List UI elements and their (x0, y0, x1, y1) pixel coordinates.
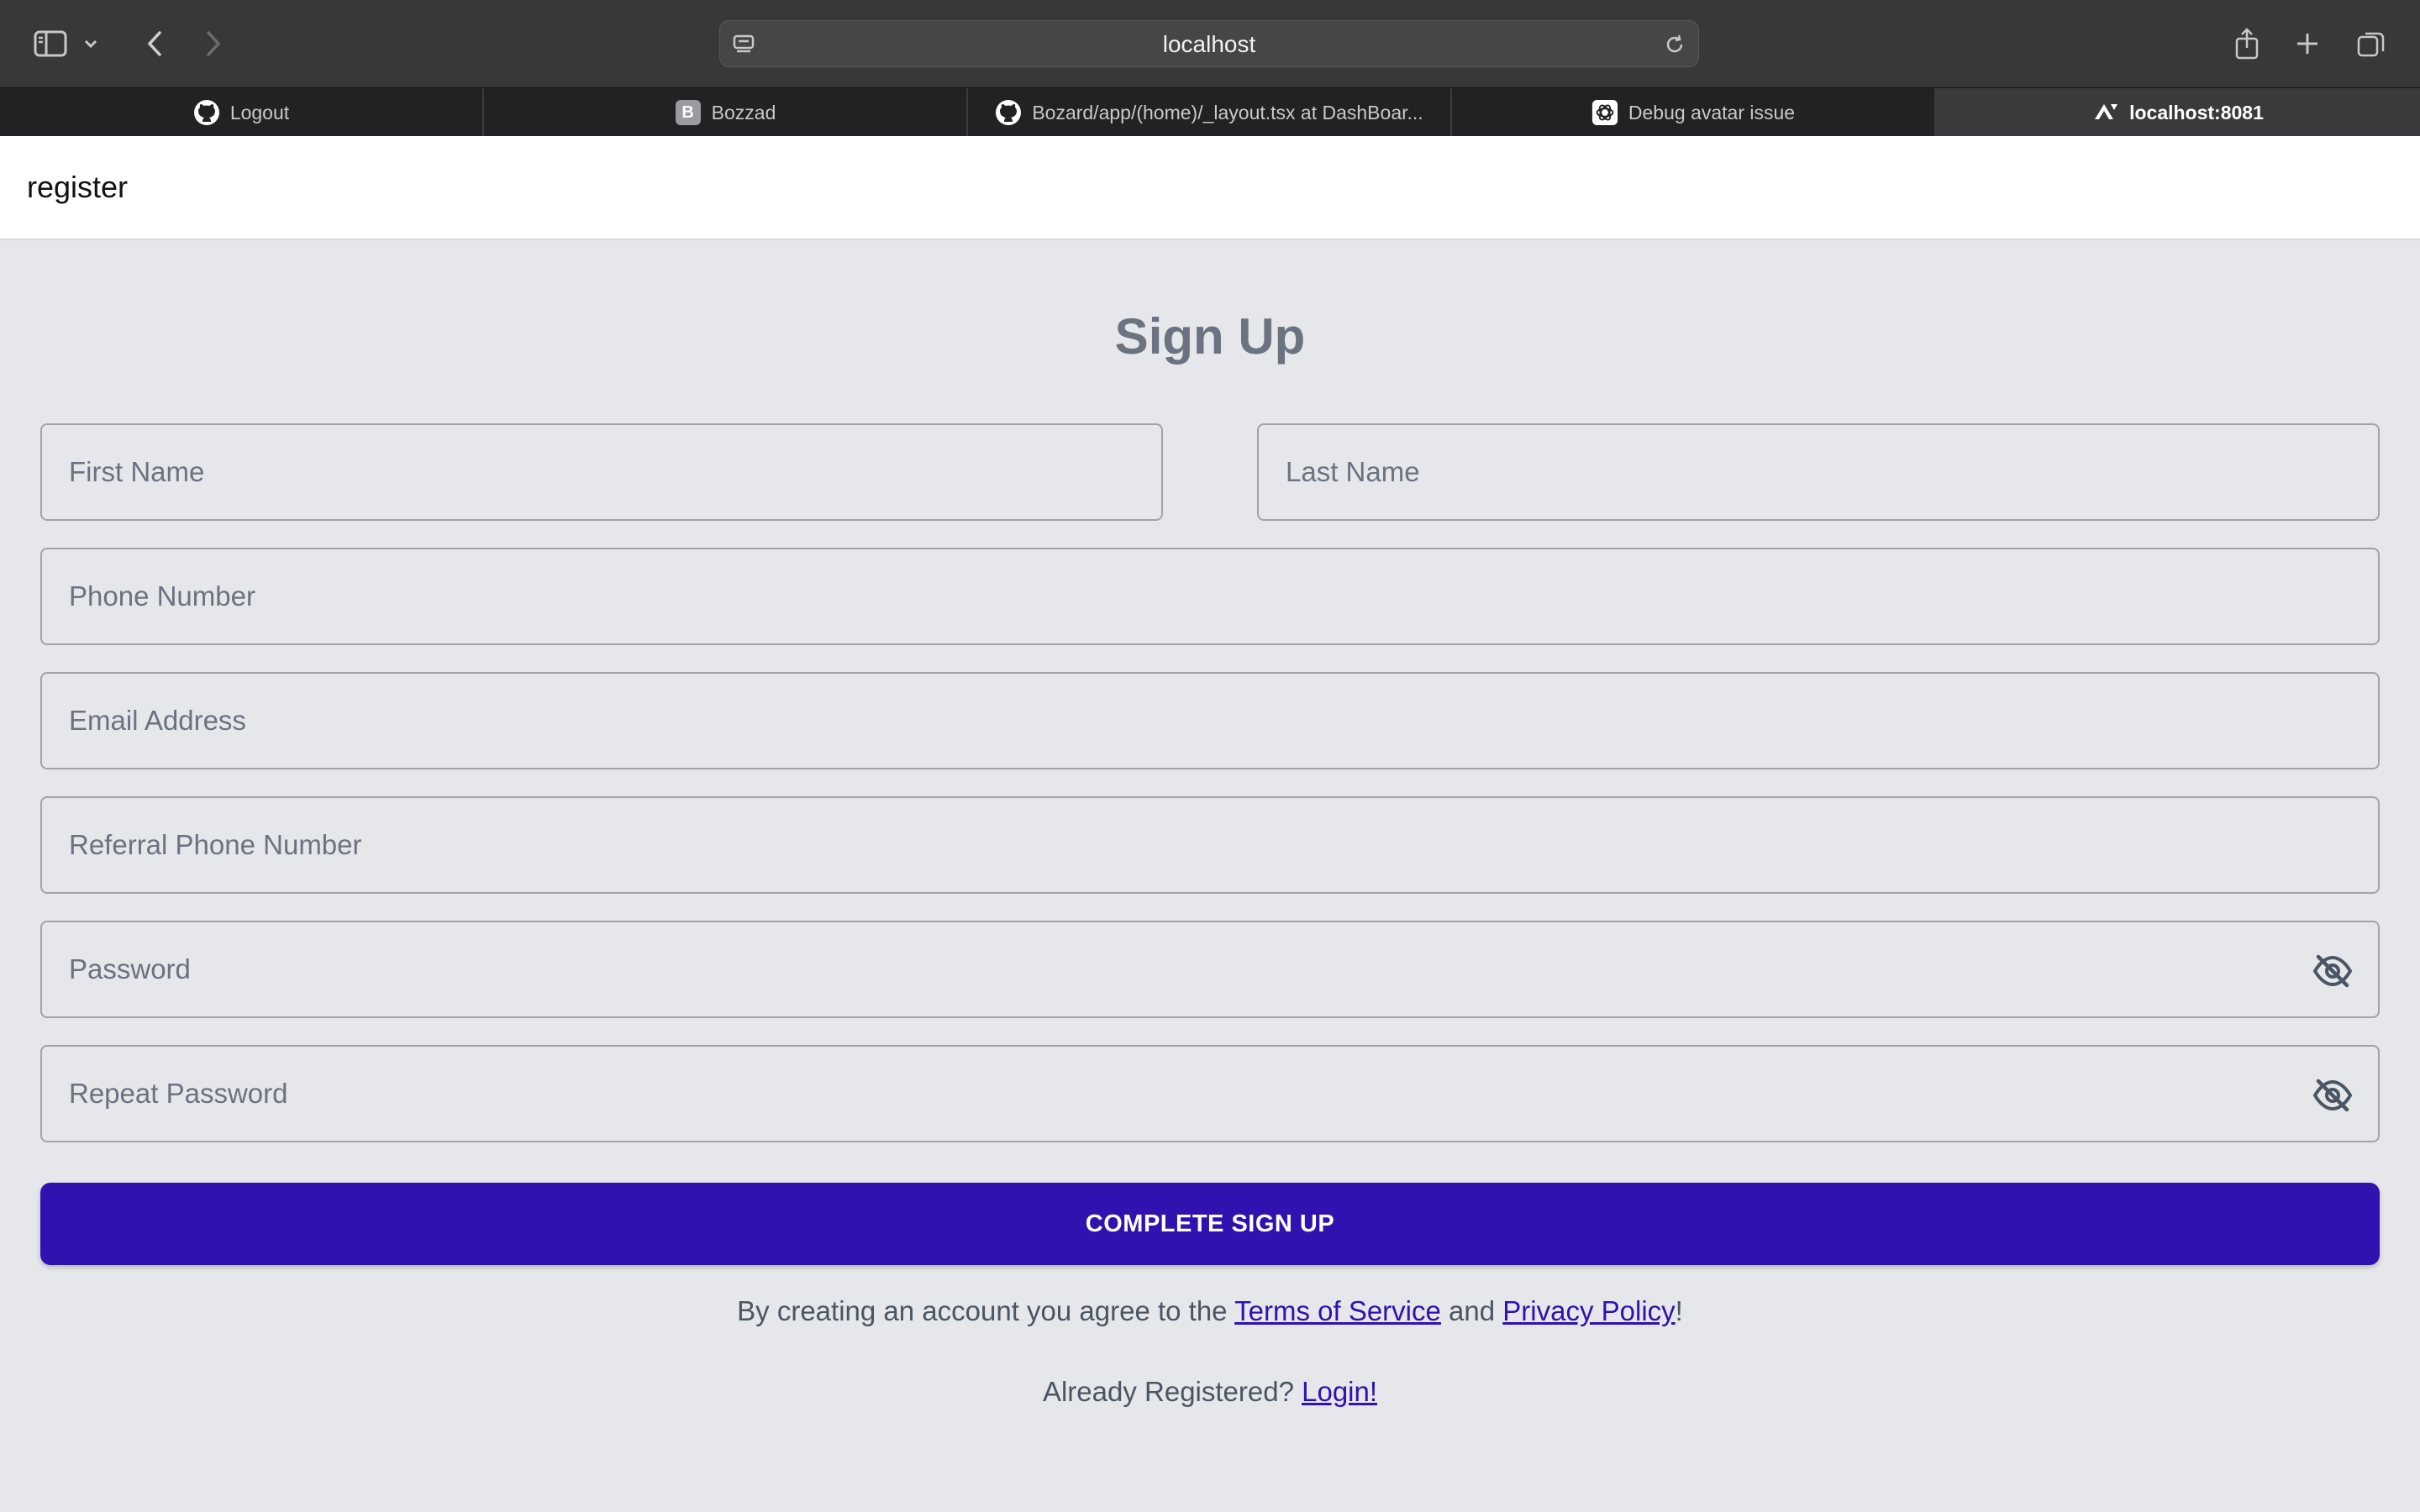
tab-label: Logout (229, 101, 290, 123)
tab-label: Bozard/app/(home)/_layout.tsx at DashBoa… (1032, 101, 1423, 123)
phone-field[interactable] (40, 548, 2380, 645)
login-link[interactable]: Login! (1302, 1376, 1377, 1407)
last-name-input[interactable] (1259, 425, 2378, 519)
new-tab-icon[interactable] (2284, 20, 2331, 67)
first-name-field[interactable] (40, 423, 1163, 521)
page-header-title: register (27, 170, 129, 204)
email-input[interactable] (42, 674, 2378, 768)
password-input[interactable] (42, 922, 2378, 1016)
signup-form: Sign Up COMPLETE SIGN UP By creating an … (0, 240, 2420, 1512)
legal-suffix: ! (1675, 1295, 1683, 1326)
tab-debug-avatar[interactable]: Debug avatar issue (1452, 88, 1936, 137)
tab-label: Bozzad (711, 101, 776, 123)
sidebar-toggle-icon[interactable] (27, 20, 74, 67)
tab-github-layout[interactable]: Bozard/app/(home)/_layout.tsx at DashBoa… (968, 88, 1452, 137)
eye-off-icon[interactable] (2312, 954, 2353, 988)
address-bar[interactable]: localhost (719, 20, 1699, 67)
b-favicon-icon: B (675, 99, 702, 126)
openai-icon (1591, 99, 1618, 126)
terms-of-service-link[interactable]: Terms of Service (1234, 1295, 1441, 1326)
legal-prefix: By creating an account you agree to the (737, 1295, 1235, 1326)
eye-off-icon[interactable] (2312, 1079, 2353, 1112)
chevron-down-icon[interactable] (74, 20, 108, 67)
page-title: Sign Up (1114, 308, 1306, 365)
back-arrow-icon[interactable] (131, 20, 178, 67)
tab-overview-icon[interactable] (2348, 20, 2395, 67)
legal-middle: and (1440, 1295, 1503, 1326)
tab-label: Debug avatar issue (1628, 101, 1796, 123)
github-icon (193, 99, 220, 126)
tab-label: localhost:8081 (2129, 101, 2264, 123)
share-icon[interactable] (2223, 20, 2270, 67)
url-text[interactable]: localhost (720, 21, 1698, 68)
already-prefix: Already Registered? (1042, 1376, 1302, 1407)
email-field[interactable] (40, 672, 2380, 769)
already-registered: Already Registered? Login! (0, 1376, 2420, 1408)
privacy-policy-link[interactable]: Privacy Policy (1502, 1295, 1675, 1326)
expo-icon (2092, 99, 2119, 126)
github-icon (995, 99, 1022, 126)
browser-toolbar: localhost (0, 0, 2420, 87)
legal-notice: By creating an account you agree to the … (0, 1295, 2420, 1327)
repeat-password-input[interactable] (42, 1047, 2378, 1141)
tab-logout[interactable]: Logout (0, 88, 484, 137)
password-field[interactable] (40, 921, 2380, 1018)
tab-bozzad[interactable]: B Bozzad (484, 88, 968, 137)
page-header: register (0, 136, 2420, 240)
referral-input[interactable] (42, 798, 2378, 892)
tab-bar: Logout B Bozzad Bozard/app/(home)/_layou… (0, 87, 2420, 137)
last-name-field[interactable] (1257, 423, 2380, 521)
tab-localhost[interactable]: localhost:8081 (1936, 88, 2420, 137)
reload-icon[interactable] (1663, 33, 1686, 60)
repeat-password-field[interactable] (40, 1045, 2380, 1142)
first-name-input[interactable] (42, 425, 1161, 519)
forward-arrow-icon[interactable] (190, 20, 237, 67)
referral-field[interactable] (40, 796, 2380, 894)
complete-sign-up-button[interactable]: COMPLETE SIGN UP (40, 1183, 2380, 1265)
phone-input[interactable] (42, 549, 2378, 643)
